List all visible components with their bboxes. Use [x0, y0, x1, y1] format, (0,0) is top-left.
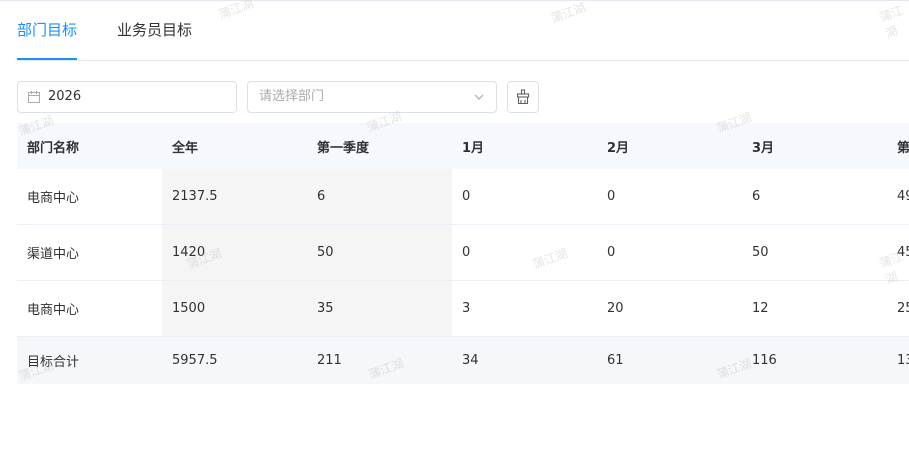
tab-department-target[interactable]: 部门目标: [17, 20, 77, 40]
header-full-year: 全年: [172, 140, 199, 156]
calendar-icon: [28, 91, 40, 103]
header-jan: 1月: [462, 140, 485, 156]
total-q1: 211: [317, 353, 342, 368]
cell-mar: 12: [752, 301, 769, 316]
table-row[interactable]: 电商中心 1500 35 3 20 12 25: [17, 281, 909, 337]
year-value: 2026: [48, 89, 82, 104]
cell-feb: 0: [607, 245, 616, 260]
total-feb: 61: [607, 353, 624, 368]
cell-department: 渠道中心: [27, 247, 80, 262]
header-q1: 第一季度: [317, 140, 370, 156]
total-jan: 34: [462, 353, 479, 368]
header-department-name: 部门名称: [27, 140, 80, 156]
header-truncated: 第: [897, 140, 909, 156]
cell-department: 电商中心: [27, 303, 80, 318]
header-feb: 2月: [607, 140, 630, 156]
department-select[interactable]: 请选择部门: [247, 81, 497, 113]
clear-button[interactable]: [507, 81, 539, 113]
department-target-table: 部门名称 全年 第一季度 1月 2月 3月 第 电商中心 2137.5 6 0 …: [17, 123, 909, 384]
cell-q1: 35: [307, 281, 452, 336]
table-total-row: 目标合计 5957.5 211 34 61 116 13: [17, 337, 909, 384]
table-header-row: 部门名称 全年 第一季度 1月 2月 3月 第: [17, 123, 909, 169]
cell-jan: 0: [462, 245, 471, 260]
cell-truncated: 45: [897, 245, 909, 260]
cell-feb: 20: [607, 301, 624, 316]
total-mar: 116: [752, 353, 777, 368]
year-picker[interactable]: 2026: [17, 81, 237, 113]
tab-divider: [17, 60, 909, 61]
total-label: 目标合计: [27, 355, 80, 370]
cell-full-year: 1500: [162, 281, 307, 336]
department-placeholder: 请选择部门: [259, 89, 325, 104]
total-truncated: 13: [897, 353, 909, 368]
header-mar: 3月: [752, 140, 775, 156]
cell-full-year: 1420: [162, 225, 307, 280]
cell-mar: 6: [752, 189, 761, 204]
table-row[interactable]: 电商中心 2137.5 6 0 0 6 49: [17, 169, 909, 225]
cell-mar: 50: [752, 245, 769, 260]
cell-jan: 3: [462, 301, 471, 316]
cell-jan: 0: [462, 189, 471, 204]
cell-truncated: 49: [897, 189, 909, 204]
cell-feb: 0: [607, 189, 616, 204]
cell-department: 电商中心: [27, 191, 80, 206]
cell-q1: 50: [307, 225, 452, 280]
tab-bar: 部门目标 业务员目标: [0, 0, 909, 61]
total-full-year: 5957.5: [172, 353, 218, 368]
chevron-down-icon: [474, 94, 484, 100]
cell-q1: 6: [307, 169, 452, 224]
cell-full-year: 2137.5: [162, 169, 307, 224]
tab-salesperson-target[interactable]: 业务员目标: [117, 20, 192, 40]
table-row[interactable]: 渠道中心 1420 50 0 0 50 45: [17, 225, 909, 281]
cell-truncated: 25: [897, 301, 909, 316]
broom-icon: [516, 89, 530, 105]
